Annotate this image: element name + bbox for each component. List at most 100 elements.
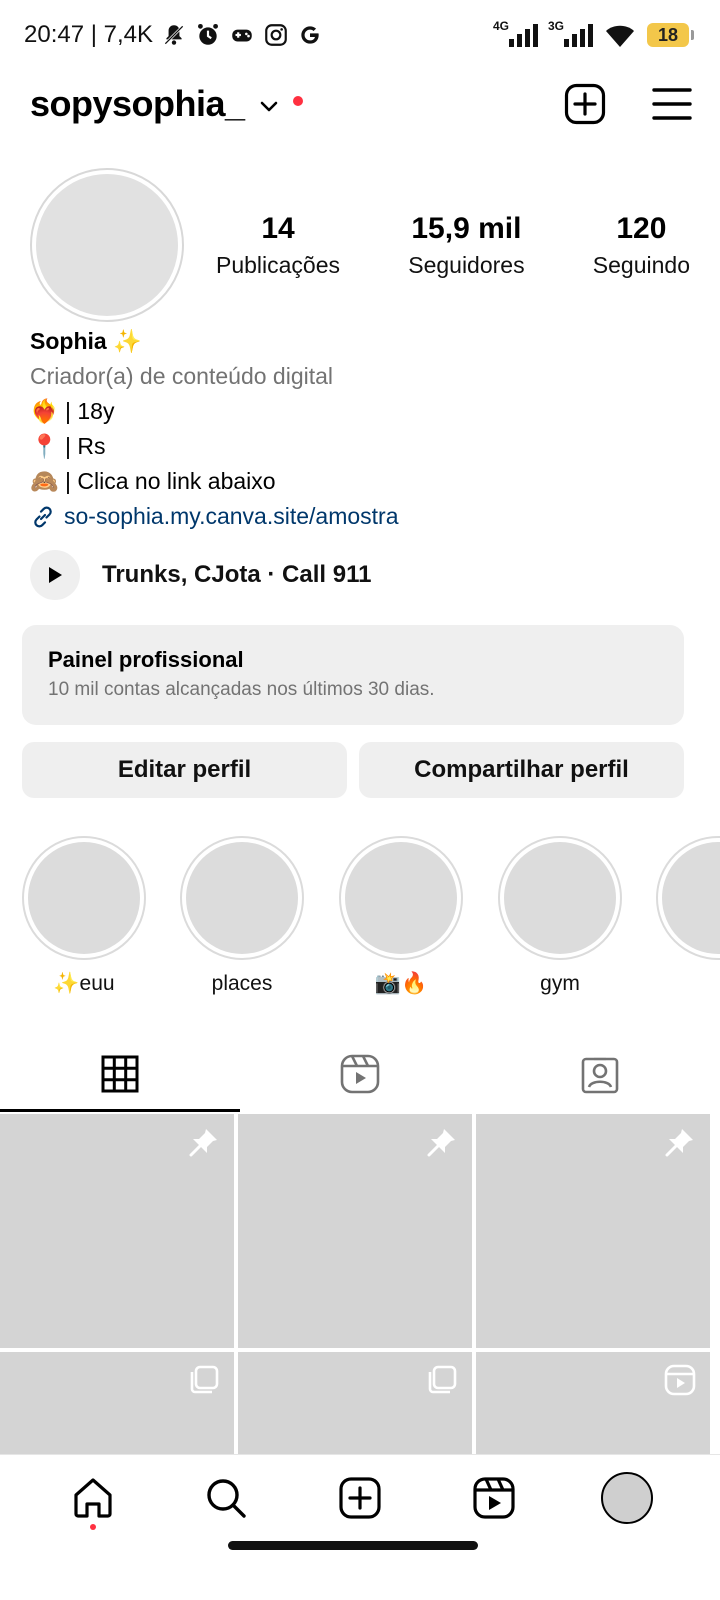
bio-line: ❤️‍🔥 | 18y — [30, 398, 115, 424]
share-profile-button[interactable]: Compartilhar perfil — [359, 742, 684, 798]
highlight-label: ✨euu — [53, 972, 115, 995]
instagram-icon — [265, 24, 287, 46]
highlight-item[interactable] — [656, 836, 720, 972]
status-time: 20:47 | 7,4K — [24, 21, 153, 48]
bio-line: 📍 | Rs — [30, 433, 106, 459]
stat-posts[interactable]: 14 Publicações — [216, 212, 340, 279]
nav-home[interactable] — [53, 1458, 133, 1538]
edit-profile-button[interactable]: Editar perfil — [22, 742, 347, 798]
highlight-label: places — [211, 972, 273, 995]
profile-header: sopysophia_ — [0, 76, 720, 132]
tagged-icon — [581, 1057, 619, 1094]
chevron-down-icon[interactable] — [259, 100, 279, 114]
create-icon — [339, 1477, 381, 1519]
battery-level: 18 — [647, 23, 689, 47]
dashboard-title: Painel profissional — [48, 647, 244, 672]
carousel-icon — [428, 1365, 457, 1394]
highlight-item[interactable]: gym — [498, 836, 622, 996]
reels-icon — [340, 1054, 380, 1094]
reels-icon — [472, 1477, 515, 1519]
highlight-label: 📸🔥 — [374, 972, 428, 995]
post-thumbnail[interactable] — [476, 1352, 710, 1454]
google-icon — [301, 26, 319, 44]
game-controller-icon — [232, 29, 252, 42]
battery-icon: 18 — [647, 23, 694, 47]
dashboard-subtitle: 10 mil contas alcançadas nos últimos 30 … — [48, 679, 435, 700]
status-right: 4G 3G 18 — [493, 19, 694, 49]
status-left: 20:47 | 7,4K — [24, 21, 323, 49]
highlight-cover — [186, 842, 298, 954]
stat-followers[interactable]: 15,9 mil Seguidores — [408, 212, 524, 279]
reel-icon — [664, 1364, 696, 1396]
post-thumbnail[interactable] — [0, 1352, 234, 1454]
tab-reels[interactable] — [240, 1036, 480, 1112]
carousel-icon — [190, 1365, 219, 1394]
tab-tagged[interactable] — [480, 1036, 720, 1112]
net-4g-label: 4G — [493, 19, 510, 33]
tab-posts[interactable] — [0, 1036, 240, 1112]
nav-reels[interactable] — [454, 1458, 534, 1538]
followers-label: Seguidores — [408, 251, 525, 278]
notification-dot — [89, 1524, 96, 1530]
nav-profile[interactable] — [587, 1458, 667, 1538]
bottom-navigation — [0, 1454, 720, 1600]
following-label: Seguindo — [592, 251, 690, 278]
signal-4g-icon: 4G — [493, 19, 538, 47]
notification-dot — [292, 96, 303, 106]
profile-avatar — [601, 1472, 654, 1524]
bio-link[interactable]: so-sophia.my.canva.site/amostra — [30, 499, 690, 534]
home-icon — [74, 1478, 112, 1518]
post-thumbnail[interactable] — [238, 1114, 472, 1348]
profile-actions: Editar perfil Compartilhar perfil — [22, 742, 684, 798]
signal-3g-icon: 3G — [548, 19, 593, 47]
posts-count: 14 — [261, 211, 295, 245]
highlight-item[interactable]: 📸🔥 — [339, 836, 463, 996]
post-thumbnail[interactable] — [0, 1114, 234, 1348]
followers-count: 15,9 mil — [411, 211, 522, 245]
status-bar: 20:47 | 7,4K 4G 3G 18 — [0, 0, 720, 70]
highlight-label: gym — [540, 972, 580, 995]
highlight-item[interactable]: places — [180, 836, 304, 996]
link-icon — [34, 506, 52, 527]
stat-following[interactable]: 120 Seguindo — [593, 212, 690, 279]
nav-search[interactable] — [186, 1458, 266, 1538]
bio-link-text: so-sophia.my.canva.site/amostra — [64, 503, 399, 529]
profile-summary: 14 Publicações 15,9 mil Seguidores 120 S… — [30, 168, 690, 322]
professional-dashboard[interactable]: Painel profissional 10 mil contas alcanç… — [22, 625, 684, 725]
profile-bio: Sophia ✨ Criador(a) de conteúdo digital … — [30, 324, 690, 534]
profile-stats: 14 Publicações 15,9 mil Seguidores 120 S… — [184, 212, 690, 279]
bio-line: 🙈 | Clica no link abaixo — [30, 468, 276, 494]
nav-create[interactable] — [320, 1458, 400, 1538]
top-actions — [564, 83, 692, 125]
highlight-cover — [504, 842, 616, 954]
highlight-cover — [345, 842, 457, 954]
username[interactable]: sopysophia_ — [30, 83, 245, 125]
menu-icon[interactable] — [652, 86, 692, 122]
highlight-item[interactable]: ✨euu — [22, 836, 146, 996]
post-thumbnail[interactable] — [476, 1114, 710, 1348]
profile-music[interactable]: Trunks, CJota · Call 911 — [30, 550, 371, 600]
notifications-off-icon — [164, 25, 184, 45]
pin-icon — [665, 1129, 693, 1157]
pin-icon — [189, 1129, 217, 1157]
avatar-image — [36, 174, 178, 316]
wifi-icon — [606, 25, 634, 47]
new-post-icon[interactable] — [564, 83, 606, 125]
category-label: Criador(a) de conteúdo digital — [30, 363, 334, 389]
home-indicator[interactable] — [228, 1541, 478, 1550]
play-button[interactable] — [30, 550, 80, 600]
highlight-cover — [28, 842, 140, 954]
posts-grid — [0, 1114, 720, 1454]
grid-icon — [101, 1055, 139, 1093]
highlight-cover — [662, 842, 720, 954]
search-icon — [207, 1479, 247, 1518]
music-title: Trunks, CJota · Call 911 — [102, 561, 372, 588]
post-thumbnail[interactable] — [238, 1352, 472, 1454]
play-icon — [49, 567, 62, 583]
pin-icon — [427, 1129, 455, 1157]
profile-avatar[interactable] — [30, 168, 184, 322]
net-3g-label: 3G — [548, 19, 565, 33]
posts-label: Publicações — [216, 251, 341, 278]
alarm-icon — [198, 23, 218, 45]
display-name: Sophia ✨ — [30, 328, 142, 354]
